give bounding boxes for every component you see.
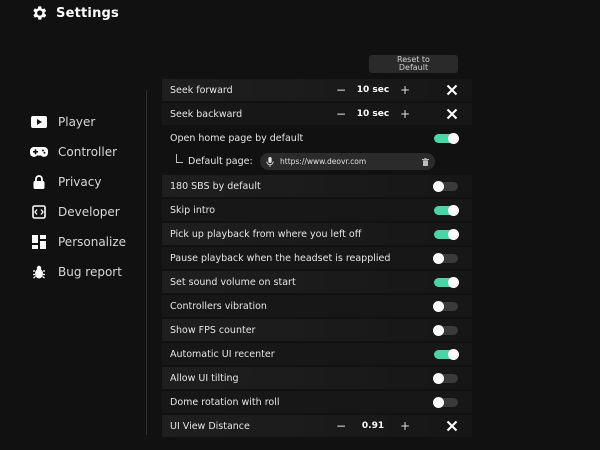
setting-label: 180 SBS by default — [170, 180, 261, 192]
toggle-switch[interactable] — [433, 373, 458, 384]
bug-icon — [30, 264, 48, 280]
setting-sound-volume: Set sound volume on start — [162, 271, 472, 293]
sidebar-item-controller[interactable]: Controller — [30, 142, 117, 162]
gamepad-icon — [30, 144, 48, 160]
sidebar-item-label: Developer — [58, 205, 120, 219]
ui-distance-stepper: − 0.91 + — [332, 415, 414, 437]
gear-icon — [33, 6, 47, 20]
toggle-knob — [433, 181, 444, 192]
sidebar-item-label: Privacy — [58, 175, 102, 189]
sidebar-item-label: Personalize — [58, 235, 127, 249]
sidebar-item-label: Player — [58, 115, 96, 129]
indent-corner-icon — [176, 154, 183, 163]
toggle-switch[interactable] — [434, 205, 459, 216]
reset-to-default-button[interactable]: Reset to Default — [369, 55, 458, 73]
url-text: https://www.deovr.com — [280, 157, 367, 166]
setting-label: Dome rotation with roll — [170, 396, 280, 408]
toggle-knob — [433, 397, 444, 408]
microphone-icon[interactable] — [266, 156, 274, 167]
setting-label: Show FPS counter — [170, 324, 256, 336]
setting-skip-intro: Skip intro — [162, 199, 472, 221]
close-icon[interactable] — [446, 84, 458, 96]
play-icon — [30, 114, 48, 130]
setting-label: Seek backward — [170, 108, 243, 120]
toggle-knob — [448, 133, 459, 144]
setting-controllers-vibration: Controllers vibration — [162, 295, 472, 317]
setting-dome-rotation: Dome rotation with roll — [162, 391, 472, 413]
close-icon[interactable] — [446, 420, 458, 432]
toggle-switch[interactable] — [433, 397, 458, 408]
toggle-knob — [433, 301, 444, 312]
setting-pause-headset: Pause playback when the headset is reapp… — [162, 247, 472, 269]
stepper-value: 10 sec — [356, 85, 390, 95]
stepper-value: 0.91 — [361, 421, 385, 431]
sidebar-item-label: Controller — [58, 145, 118, 159]
setting-label: Automatic UI recenter — [170, 348, 275, 360]
header: Settings — [30, 4, 119, 22]
setting-label: Open home page by default — [170, 132, 304, 144]
settings-window: Settings Player Controller Privacy Devel… — [0, 0, 600, 450]
toggle-switch[interactable] — [433, 301, 458, 312]
toggle-switch[interactable] — [433, 253, 458, 264]
toggle-switch[interactable] — [434, 349, 459, 360]
increase-button[interactable]: + — [396, 419, 414, 433]
personalize-icon — [30, 234, 48, 250]
stepper-value: 10 sec — [356, 109, 390, 119]
setting-ui-recenter: Automatic UI recenter — [162, 343, 472, 365]
decrease-button[interactable]: − — [332, 107, 350, 121]
default-page-input[interactable]: https://www.deovr.com — [260, 153, 435, 170]
sidebar-item-developer[interactable]: Developer — [30, 202, 120, 222]
setting-label: Controllers vibration — [170, 300, 267, 312]
divider — [146, 90, 147, 435]
setting-pick-up-playback: Pick up playback from where you left off — [162, 223, 472, 245]
increase-button[interactable]: + — [396, 83, 414, 97]
decrease-button[interactable]: − — [332, 419, 350, 433]
toggle-knob — [433, 373, 444, 384]
page-title: Settings — [56, 5, 119, 21]
setting-label: Allow UI tilting — [170, 372, 239, 384]
sidebar-item-label: Bug report — [58, 265, 122, 279]
toggle-switch[interactable] — [434, 277, 459, 288]
toggle-knob — [448, 277, 459, 288]
developer-icon — [30, 204, 48, 220]
setting-seek-forward: Seek forward − 10 sec + — [162, 79, 472, 101]
setting-label: Seek forward — [170, 84, 233, 96]
toggle-knob — [433, 325, 444, 336]
setting-ui-view-distance: UI View Distance − 0.91 + — [162, 415, 472, 437]
setting-label: Skip intro — [170, 204, 216, 216]
seek-backward-stepper: − 10 sec + — [332, 103, 414, 125]
setting-ui-tilting: Allow UI tilting — [162, 367, 472, 389]
toggle-switch[interactable] — [434, 133, 459, 144]
toggle-switch[interactable] — [433, 325, 458, 336]
setting-label: Pause playback when the headset is reapp… — [170, 252, 391, 264]
sidebar-item-player[interactable]: Player — [30, 112, 95, 132]
settings-list: Seek forward − 10 sec + Seek backward − … — [162, 79, 472, 439]
sidebar: Player Controller Privacy Developer Pers… — [0, 104, 160, 294]
trash-icon[interactable] — [422, 157, 429, 166]
increase-button[interactable]: + — [396, 107, 414, 121]
close-icon[interactable] — [446, 108, 458, 120]
toggle-switch[interactable] — [433, 181, 458, 192]
sidebar-item-personalize[interactable]: Personalize — [30, 232, 126, 252]
toggle-knob — [448, 229, 459, 240]
sidebar-item-privacy[interactable]: Privacy — [30, 172, 101, 192]
setting-seek-backward: Seek backward − 10 sec + — [162, 103, 472, 125]
toggle-knob — [448, 349, 459, 360]
toggle-knob — [433, 253, 444, 264]
setting-label: Default page: — [188, 156, 253, 167]
setting-label: Pick up playback from where you left off — [170, 228, 362, 240]
setting-open-home-page: Open home page by default — [162, 127, 472, 149]
toggle-switch[interactable] — [434, 229, 459, 240]
decrease-button[interactable]: − — [332, 83, 350, 97]
setting-180-sbs: 180 SBS by default — [162, 175, 472, 197]
setting-label: Set sound volume on start — [170, 276, 296, 288]
toggle-knob — [448, 205, 459, 216]
setting-label: UI View Distance — [170, 420, 250, 432]
sidebar-item-bug-report[interactable]: Bug report — [30, 262, 122, 282]
lock-icon — [30, 174, 48, 190]
setting-fps-counter: Show FPS counter — [162, 319, 472, 341]
setting-default-page: Default page: https://www.deovr.com — [162, 151, 472, 173]
seek-forward-stepper: − 10 sec + — [332, 79, 414, 101]
